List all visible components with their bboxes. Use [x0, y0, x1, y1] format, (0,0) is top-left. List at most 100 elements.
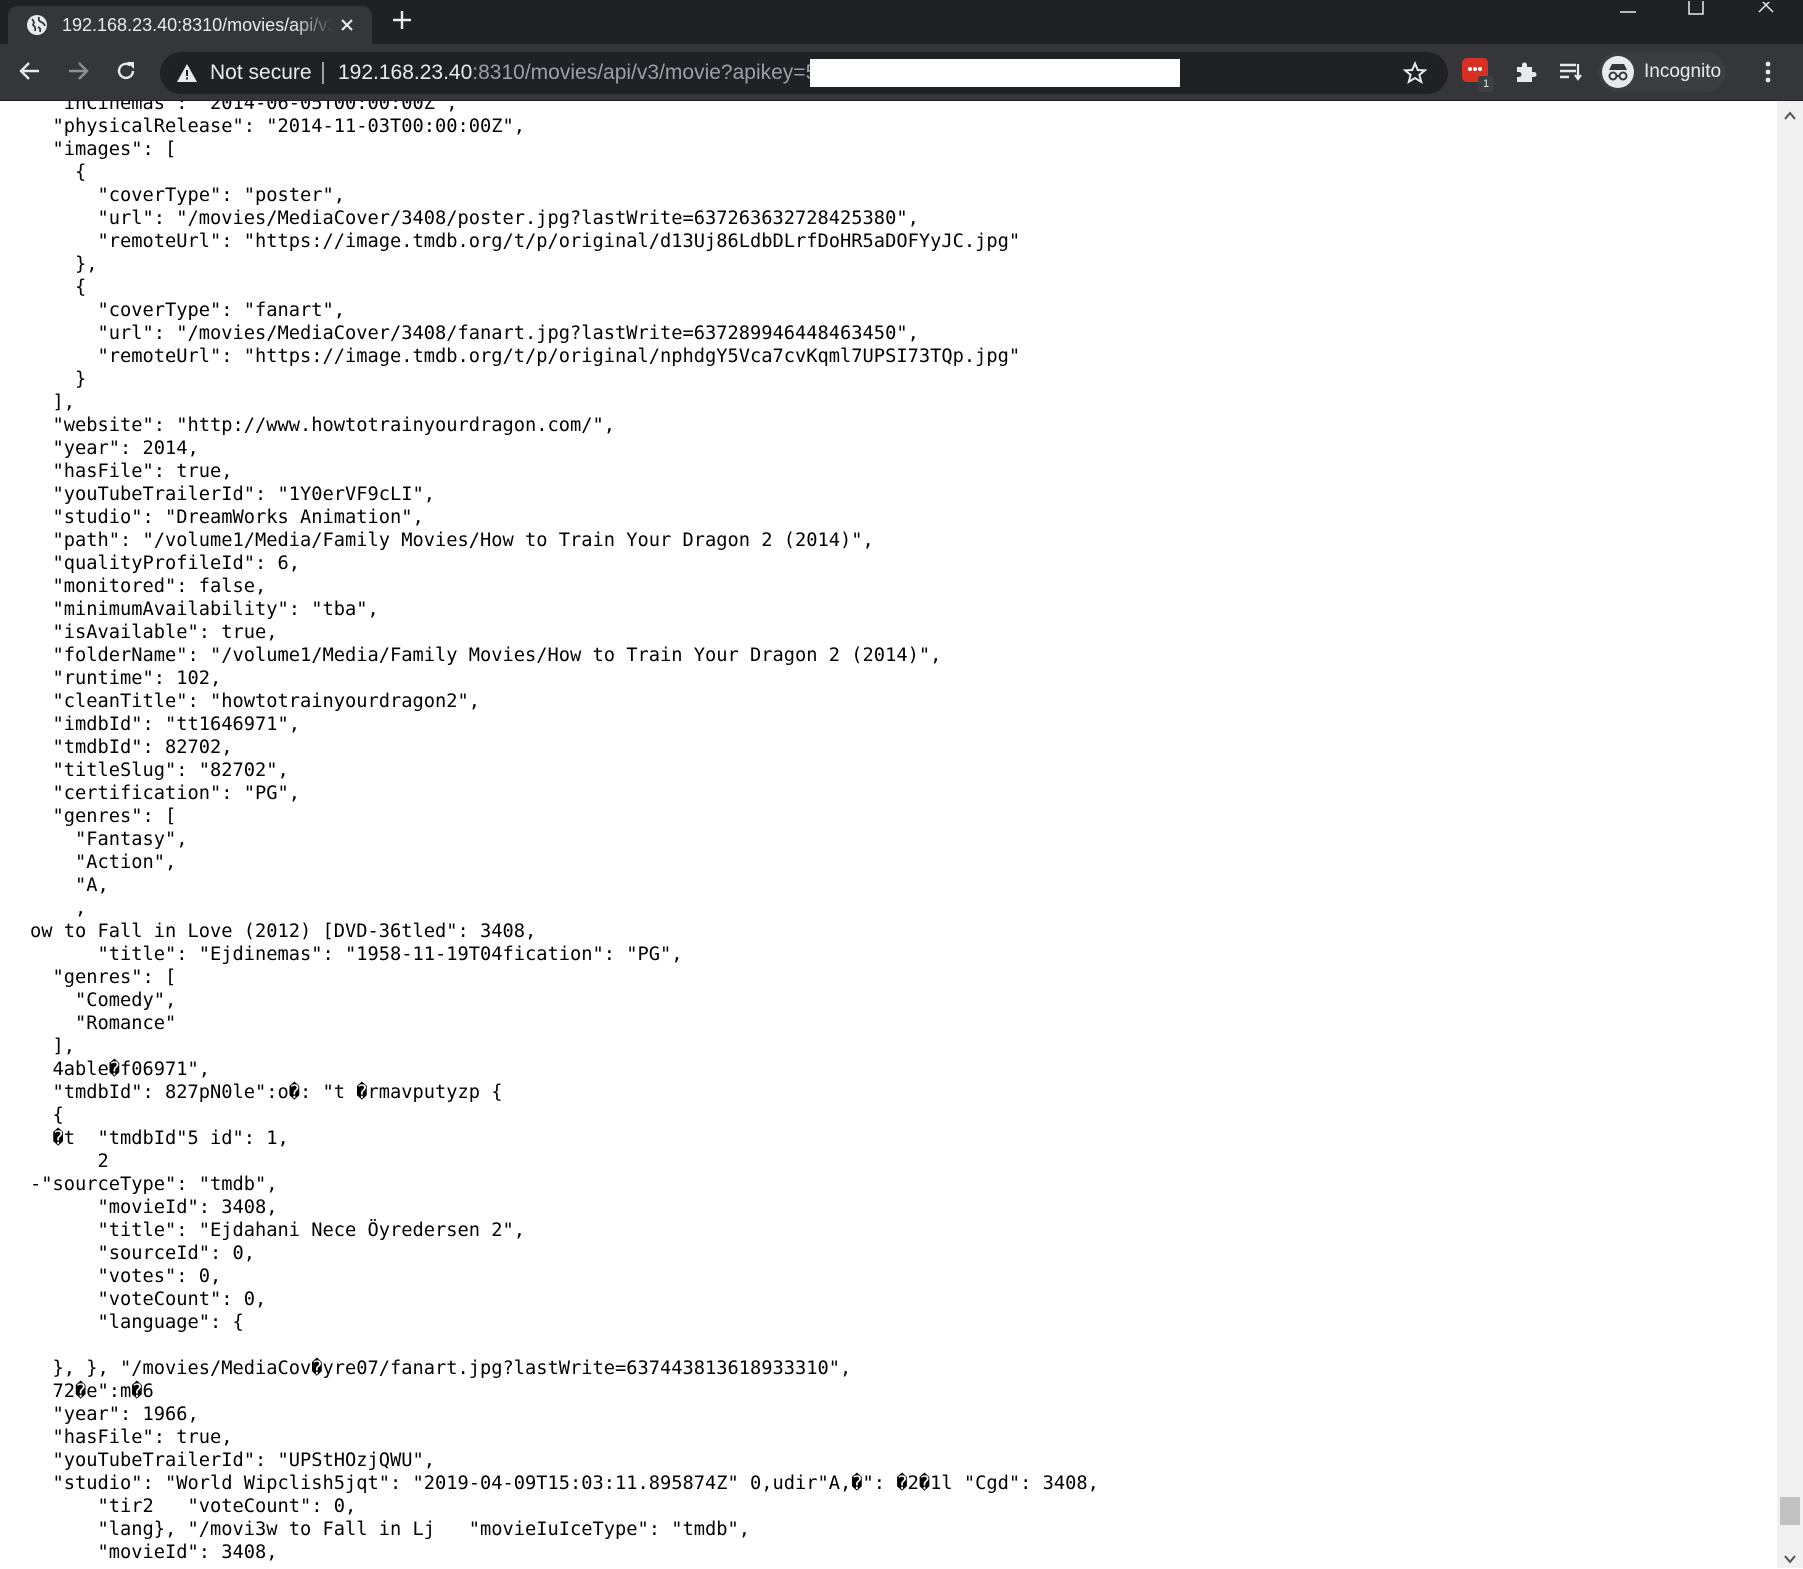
json-line: -"sourceType": "tmdb", — [30, 1174, 278, 1195]
minimize-button[interactable] — [1608, 0, 1648, 20]
json-line: ], — [30, 392, 76, 413]
json-line: "genres": [ — [30, 806, 177, 827]
json-line: "hasFile": true, — [30, 1427, 233, 1448]
json-line: } — [30, 369, 87, 390]
reading-list-icon[interactable] — [1557, 58, 1585, 86]
minimize-icon — [1619, 1, 1637, 19]
json-line: "A, — [30, 875, 109, 896]
json-line: "physicalRelease": "2014-11-03T00:00:00Z… — [30, 116, 526, 137]
bookmark-star-icon[interactable] — [1402, 60, 1428, 85]
profile-button[interactable]: Incognito — [1598, 52, 1726, 92]
tab-title: 192.168.23.40:8310/movies/api/v3/movie?a… — [62, 14, 334, 35]
scroll-up-arrow-icon[interactable] — [1784, 108, 1796, 120]
json-line: "genres": [ — [30, 967, 177, 988]
json-line: "cleanTitle": "howtotrainyourdragon2", — [30, 691, 481, 712]
json-line: "url": "/movies/MediaCover/3408/poster.j… — [30, 208, 919, 229]
json-line: "youTubeTrailerId": "UPStHOzjQWU", — [30, 1450, 436, 1471]
json-line: "titleSlug": "82702", — [30, 760, 289, 781]
puzzle-icon[interactable] — [1512, 58, 1540, 86]
json-line: "Comedy", — [30, 990, 177, 1011]
json-line: "remoteUrl": "https://image.tmdb.org/t/p… — [30, 346, 1021, 367]
json-line: "Action", — [30, 852, 177, 873]
more-menu-icon[interactable] — [1754, 58, 1782, 86]
plus-icon — [391, 9, 413, 36]
json-line: "tir2 "voteCount": 0, — [30, 1496, 357, 1517]
json-line: { — [30, 162, 87, 183]
json-line: "folderName": "/volume1/Media/Family Mov… — [30, 645, 942, 666]
new-tab-button[interactable] — [388, 8, 416, 36]
json-line: "sourceId": 0, — [30, 1243, 256, 1264]
json-line: "isAvailable": true, — [30, 622, 278, 643]
json-line: "path": "/volume1/Media/Family Movies/Ho… — [30, 530, 874, 551]
back-arrow-icon — [18, 59, 42, 88]
json-line: 2 — [30, 1151, 109, 1172]
url-text[interactable]: 192.168.23.40:8310/movies/api/v3/movie?a… — [338, 52, 817, 94]
json-line: "tmdbId": 82702, — [30, 737, 233, 758]
json-line: , — [30, 898, 87, 919]
json-line: "movieId": 3408, — [30, 1542, 278, 1563]
scrollbar-thumb[interactable] — [1780, 1497, 1800, 1525]
json-line: "imdbId": "tt1646971", — [30, 714, 301, 735]
url-host: 192.168.23.40 — [338, 61, 473, 84]
json-line: "runtime": 102, — [30, 668, 222, 689]
json-line: "lang}, "/movi3w to Fall in Lj "movieIuI… — [30, 1519, 751, 1540]
reload-icon — [114, 59, 138, 88]
close-icon — [1757, 0, 1775, 19]
json-line: "votes": 0, — [30, 1266, 222, 1287]
browser-tab[interactable]: 192.168.23.40:8310/movies/api/v3/movie?a… — [8, 6, 372, 44]
json-line: "title": "Ejdahani Nece Öyredersen 2", — [30, 1220, 526, 1241]
json-line: "hasFile": true, — [30, 461, 233, 482]
back-button[interactable] — [14, 57, 46, 89]
incognito-icon — [1602, 56, 1634, 88]
json-line: "minimumAvailability": "tba", — [30, 599, 379, 620]
profile-label: Incognito — [1644, 61, 1722, 82]
close-icon[interactable] — [334, 12, 360, 38]
forward-button[interactable] — [62, 57, 94, 89]
json-line: "studio": "World Wipclish5jqt": "2019-04… — [30, 1473, 1099, 1494]
extension-badge-count: 1 — [1478, 76, 1494, 92]
forward-arrow-icon — [66, 59, 90, 88]
json-line: "monitored": false, — [30, 576, 267, 597]
json-line: "Fantasy", — [30, 829, 188, 850]
reload-button[interactable] — [110, 57, 142, 89]
json-line: "qualityProfileId": 6, — [30, 553, 301, 574]
json-line: "images": [ — [30, 139, 177, 160]
json-line: "url": "/movies/MediaCover/3408/fanart.j… — [30, 323, 919, 344]
maximize-button[interactable] — [1676, 0, 1716, 20]
json-line: 4able�f06971", — [30, 1059, 211, 1080]
json-line: "inCinemas": "2014-06-05T00:00:00Z", — [30, 101, 458, 114]
json-line: "voteCount": 0, — [30, 1289, 267, 1310]
json-line: "coverType": "poster", — [30, 185, 346, 206]
maximize-icon — [1688, 0, 1704, 20]
globe-icon — [26, 14, 48, 36]
tab-strip: 192.168.23.40:8310/movies/api/v3/movie?a… — [0, 0, 1803, 44]
redacted-apikey — [810, 59, 1180, 87]
json-line: "certification": "PG", — [30, 783, 301, 804]
warning-triangle-icon[interactable] — [176, 62, 198, 84]
json-line: "language": { — [30, 1312, 244, 1333]
window-close-button[interactable] — [1746, 0, 1786, 20]
json-line: ], — [30, 1036, 76, 1057]
address-bar[interactable]: Not secure 192.168.23.40:8310/movies/api… — [160, 52, 1448, 94]
json-line: "year": 2014, — [30, 438, 199, 459]
scroll-down-arrow-icon[interactable] — [1784, 1551, 1796, 1564]
page-content[interactable]: "inCinemas": "2014-06-05T00:00:00Z", "ph… — [0, 101, 1777, 1568]
json-line: "studio": "DreamWorks Animation", — [30, 507, 424, 528]
json-line: 72�e":m�6 — [30, 1381, 154, 1402]
security-label[interactable]: Not secure — [210, 52, 312, 94]
json-line: { — [30, 1105, 64, 1126]
json-response-text: "inCinemas": "2014-06-05T00:00:00Z", "ph… — [30, 101, 1099, 1564]
json-line: "coverType": "fanart", — [30, 300, 346, 321]
url-path: :8310/movies/api/v3/movie?apikey=5 — [472, 61, 818, 84]
json-line: �t "tmdbId"5 id": 1, — [30, 1128, 289, 1149]
json-line: }, — [30, 254, 98, 275]
omnibox-separator — [322, 62, 324, 84]
json-line: "website": "http://www.howtotrainyourdra… — [30, 415, 616, 436]
json-line: "tmdbId": 827pN0le":o�: "t �rmavputyzp { — [30, 1082, 503, 1103]
vertical-scrollbar[interactable] — [1777, 101, 1803, 1568]
json-line: "movieId": 3408, — [30, 1197, 278, 1218]
json-line: "Romance" — [30, 1013, 177, 1034]
json-line: "remoteUrl": "https://image.tmdb.org/t/p… — [30, 231, 1021, 252]
json-line: }, }, "/movies/MediaCov�yre07/fanart.jpg… — [30, 1358, 852, 1379]
json-line: "title": "Ejdinemas": "1958-11-19T04fica… — [30, 944, 683, 965]
